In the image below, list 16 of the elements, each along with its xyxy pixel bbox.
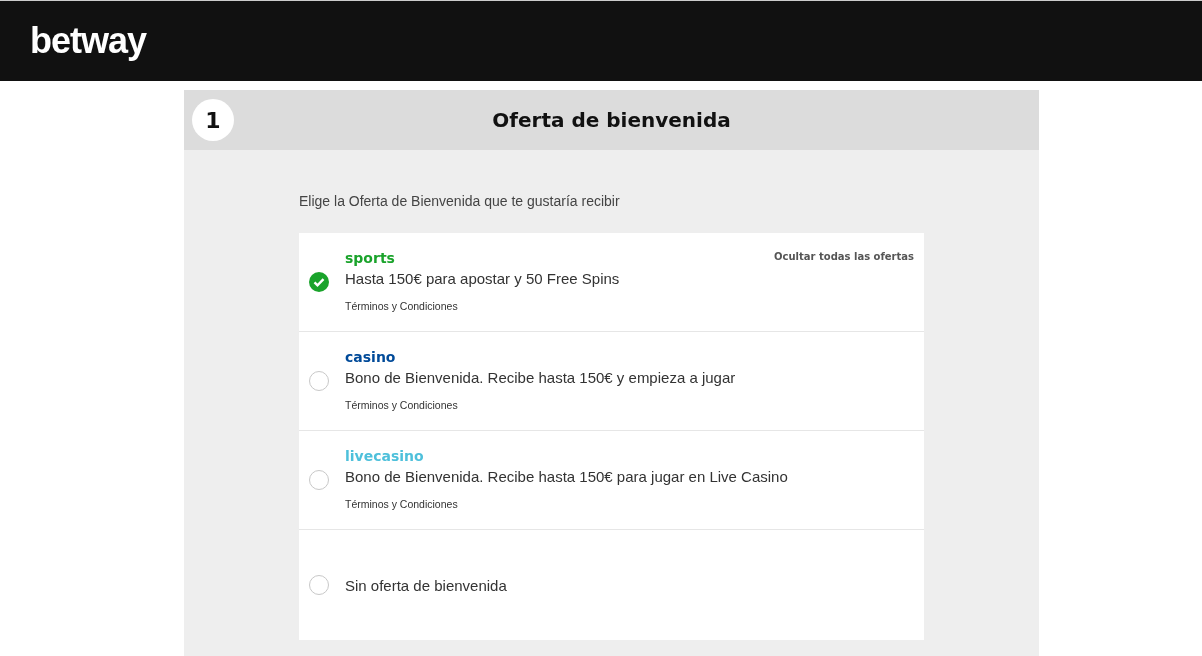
offer-description: Hasta 150€ para apostar y 50 Free Spins bbox=[345, 270, 620, 287]
step-number: 1 bbox=[192, 99, 234, 141]
offer-name: livecasino bbox=[345, 448, 425, 464]
offer-description: Bono de Bienvenida. Recibe hasta 150€ y empieza a jugar bbox=[345, 369, 736, 386]
offer-description: Sin oferta de bienvenida bbox=[345, 576, 507, 594]
step-title: Oferta de bienvenida bbox=[492, 108, 731, 132]
checked-radio[interactable] bbox=[309, 272, 329, 292]
offer-name: casino bbox=[345, 349, 397, 365]
terms-link[interactable]: Términos y Condiciones bbox=[345, 498, 458, 510]
terms-link[interactable]: Términos y Condiciones bbox=[345, 300, 458, 312]
offer-name: sports bbox=[345, 250, 396, 266]
hide-offers-link[interactable]: Ocultar todas las ofertas bbox=[774, 251, 914, 262]
logo[interactable]: betway bbox=[30, 20, 147, 62]
terms-link[interactable]: Términos y Condiciones bbox=[345, 399, 458, 411]
offer-description: Bono de Bienvenida. Recibe hasta 150€ para jugar en Live Casino bbox=[345, 468, 788, 485]
intro-text: Elige la Oferta de Bienvenida que te gustaría recibir bbox=[299, 193, 621, 209]
